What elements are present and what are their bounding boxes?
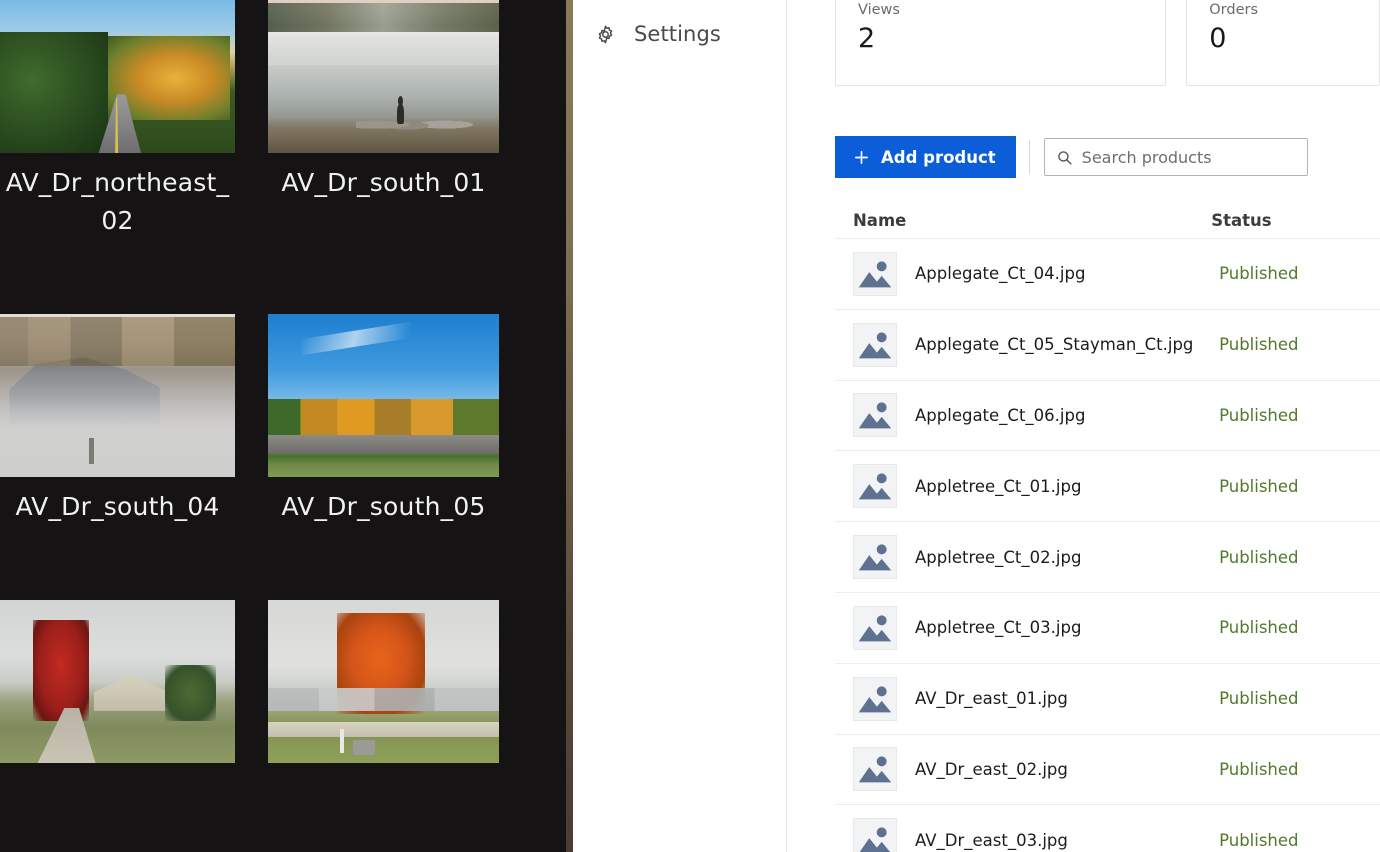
settings-menu-item[interactable]: Settings [573, 0, 786, 46]
gallery-thumbnail-image[interactable] [0, 0, 235, 153]
grid-spacer [0, 526, 235, 600]
gallery-tile-caption: AV_Dr_northeast_02 [0, 153, 235, 240]
search-icon [1056, 149, 1073, 166]
grid-spacer [268, 526, 499, 600]
product-thumbnail-placeholder-icon [853, 323, 897, 367]
status-badge: Published [1219, 689, 1380, 708]
table-header-row: Name Status [835, 202, 1380, 238]
table-row[interactable]: AV_Dr_east_03.jpg Published [835, 804, 1380, 852]
status-badge: Published [1219, 406, 1380, 425]
stat-card-views: Views 2 [835, 0, 1166, 86]
search-products-box[interactable] [1044, 138, 1308, 176]
product-name: AV_Dr_east_03.jpg [915, 831, 1201, 850]
gallery-tile[interactable] [268, 600, 499, 774]
column-header-status[interactable]: Status [1211, 211, 1380, 230]
status-badge: Published [1219, 548, 1380, 567]
product-name: Appletree_Ct_02.jpg [915, 548, 1201, 567]
app-screen: AV_Dr_northeast_02 AV_Dr_south_01 AV_Dr_… [0, 0, 1380, 852]
stat-label: Views [858, 1, 1145, 19]
gallery-tile[interactable]: AV_Dr_south_05 [268, 314, 499, 526]
photo-gallery-panel[interactable]: AV_Dr_northeast_02 AV_Dr_south_01 AV_Dr_… [0, 0, 566, 852]
table-row[interactable]: Applegate_Ct_05_Stayman_Ct.jpg Published [835, 309, 1380, 380]
product-name: AV_Dr_east_01.jpg [915, 689, 1201, 708]
stat-label: Orders [1209, 1, 1359, 19]
gallery-tile-caption [268, 763, 499, 774]
product-thumbnail-placeholder-icon [853, 535, 897, 579]
photo-grid: AV_Dr_northeast_02 AV_Dr_south_01 AV_Dr_… [0, 0, 566, 774]
gallery-tile-caption [0, 763, 235, 774]
column-header-name[interactable]: Name [835, 211, 1211, 230]
stat-value: 2 [858, 19, 1145, 57]
product-name: Applegate_Ct_04.jpg [915, 264, 1201, 283]
product-name: Applegate_Ct_06.jpg [915, 406, 1201, 425]
plus-icon [853, 149, 870, 166]
status-badge: Published [1219, 264, 1380, 283]
gallery-tile[interactable] [0, 600, 235, 774]
status-badge: Published [1219, 831, 1380, 850]
toolbar-divider [1029, 140, 1030, 174]
product-thumbnail-placeholder-icon [853, 747, 897, 791]
product-name: AV_Dr_east_02.jpg [915, 760, 1201, 779]
status-badge: Published [1219, 335, 1380, 354]
product-thumbnail-placeholder-icon [853, 464, 897, 508]
gallery-tile-caption: AV_Dr_south_04 [0, 477, 235, 526]
product-name: Appletree_Ct_01.jpg [915, 477, 1201, 496]
table-row[interactable]: Applegate_Ct_04.jpg Published [835, 238, 1380, 309]
products-table: Name Status Applegate_Ct_04.jpg Publishe… [835, 202, 1380, 852]
products-toolbar: Add product [835, 136, 1308, 178]
gallery-thumbnail-image[interactable] [268, 0, 499, 153]
table-row[interactable]: AV_Dr_east_02.jpg Published [835, 734, 1380, 805]
settings-label: Settings [634, 22, 721, 46]
status-badge: Published [1219, 477, 1380, 496]
table-row[interactable]: Appletree_Ct_01.jpg Published [835, 450, 1380, 521]
add-product-button[interactable]: Add product [835, 136, 1016, 178]
product-name: Applegate_Ct_05_Stayman_Ct.jpg [915, 335, 1201, 354]
gallery-thumbnail-image[interactable] [0, 314, 235, 477]
settings-pane: Settings [573, 0, 787, 852]
stat-card-orders: Orders 0 [1186, 0, 1380, 86]
product-thumbnail-placeholder-icon [853, 252, 897, 296]
grid-spacer [0, 240, 235, 314]
table-row[interactable]: Applegate_Ct_06.jpg Published [835, 380, 1380, 451]
table-row[interactable]: Appletree_Ct_03.jpg Published [835, 592, 1380, 663]
stats-cards-row: Views 2 Orders 0 [787, 0, 1380, 86]
gallery-tile[interactable]: AV_Dr_south_04 [0, 314, 235, 526]
gear-icon [595, 24, 616, 45]
stat-value: 0 [1209, 19, 1359, 57]
product-thumbnail-placeholder-icon [853, 677, 897, 721]
grid-spacer [268, 240, 499, 314]
gallery-tile-caption: AV_Dr_south_05 [268, 477, 499, 526]
product-thumbnail-placeholder-icon [853, 393, 897, 437]
status-badge: Published [1219, 618, 1380, 637]
search-input[interactable] [1082, 148, 1292, 167]
table-row[interactable]: AV_Dr_east_01.jpg Published [835, 663, 1380, 734]
gallery-tile-caption: AV_Dr_south_01 [268, 153, 499, 202]
products-admin-pane: Views 2 Orders 0 Add product [787, 0, 1380, 852]
table-row[interactable]: Appletree_Ct_02.jpg Published [835, 521, 1380, 592]
gallery-tile[interactable]: AV_Dr_south_01 [268, 0, 499, 240]
window-edge-seam [566, 0, 573, 852]
gallery-thumbnail-image[interactable] [268, 600, 499, 763]
product-name: Appletree_Ct_03.jpg [915, 618, 1201, 637]
gallery-thumbnail-image[interactable] [268, 314, 499, 477]
add-product-label: Add product [881, 148, 996, 167]
gallery-tile[interactable]: AV_Dr_northeast_02 [0, 0, 235, 240]
product-thumbnail-placeholder-icon [853, 606, 897, 650]
gallery-thumbnail-image[interactable] [0, 600, 235, 763]
product-thumbnail-placeholder-icon [853, 818, 897, 852]
status-badge: Published [1219, 760, 1380, 779]
